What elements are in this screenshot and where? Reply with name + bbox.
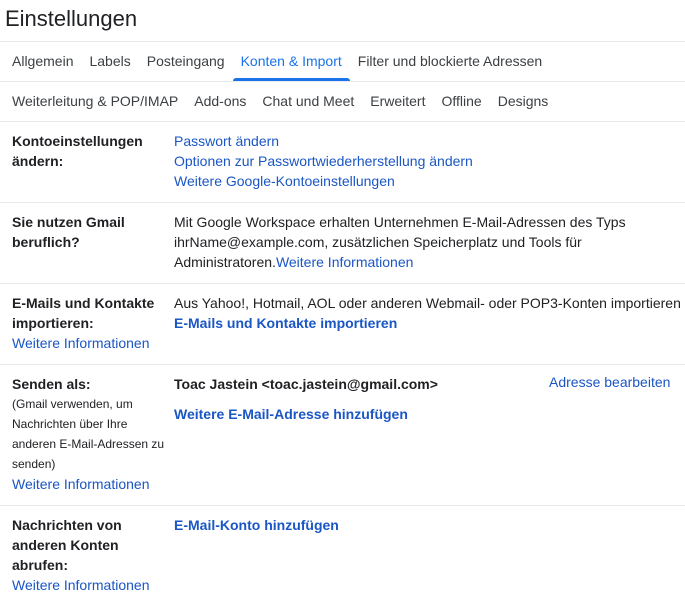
tabs-row-2: Weiterleitung & POP/IMAP Add-ons Chat un… xyxy=(4,81,556,121)
label-subtext: Nachrichten über Ihre xyxy=(12,417,128,431)
fetch-more-info-link[interactable]: Weitere Informationen xyxy=(12,575,172,595)
edit-address-link[interactable]: Adresse bearbeiten xyxy=(549,374,670,390)
label-line: E-Mails und Kontakte xyxy=(12,295,155,311)
tabs-row-1: Allgemein Labels Posteingang Konten & Im… xyxy=(4,41,550,81)
tab-chat-meet[interactable]: Chat und Meet xyxy=(254,81,362,121)
tab-filter[interactable]: Filter und blockierte Adressen xyxy=(350,41,550,81)
tab-konten-import[interactable]: Konten & Import xyxy=(232,41,350,81)
label-line: Kontoeinstellungen xyxy=(12,133,143,149)
label-subtext: senden) xyxy=(12,457,56,471)
label-line: Senden als: xyxy=(12,376,91,392)
send-as-more-info-link[interactable]: Weitere Informationen xyxy=(12,474,172,494)
section-content: Mit Google Workspace erhalten Unternehme… xyxy=(174,212,685,272)
label-line: Sie nutzen Gmail xyxy=(12,214,125,230)
section-content: Aus Yahoo!, Hotmail, AOL oder anderen We… xyxy=(174,293,685,333)
divider xyxy=(0,202,685,203)
tab-designs[interactable]: Designs xyxy=(490,81,557,121)
label-line: ändern: xyxy=(12,153,64,169)
add-mail-account-button[interactable]: E-Mail-Konto hinzufügen xyxy=(174,515,685,535)
label-line: anderen Konten abrufen: xyxy=(12,537,119,573)
section-label: Nachrichten von anderen Konten abrufen: … xyxy=(12,515,172,595)
divider xyxy=(0,121,685,122)
page-title: Einstellungen xyxy=(5,6,138,31)
section-label: Kontoeinstellungen ändern: xyxy=(12,131,172,171)
tab-weiterleitung[interactable]: Weiterleitung & POP/IMAP xyxy=(4,81,186,121)
section-label: Sie nutzen Gmail beruflich? xyxy=(12,212,172,252)
tab-offline[interactable]: Offline xyxy=(433,81,489,121)
import-mail-contacts-button[interactable]: E-Mails und Kontakte importieren xyxy=(174,313,685,333)
add-email-address-button[interactable]: Weitere E-Mail-Adresse hinzufügen xyxy=(174,404,544,424)
label-subtext: anderen E-Mail-Adressen zu xyxy=(12,437,165,451)
divider xyxy=(0,283,685,284)
section-label: E-Mails und Kontakte importieren: Weiter… xyxy=(12,293,172,353)
section-content: Toac Jastein <toac.jastein@gmail.com> We… xyxy=(174,374,544,424)
tab-allgemein[interactable]: Allgemein xyxy=(4,41,81,81)
import-more-info-link[interactable]: Weitere Informationen xyxy=(12,333,172,353)
workspace-text: Administratoren. xyxy=(174,254,276,270)
workspace-text: Mit Google Workspace erhalten Unternehme… xyxy=(174,214,626,230)
tab-posteingang[interactable]: Posteingang xyxy=(139,41,233,81)
google-account-settings-link[interactable]: Weitere Google-Kontoeinstellungen xyxy=(174,171,685,191)
import-description: Aus Yahoo!, Hotmail, AOL oder anderen We… xyxy=(174,295,681,311)
label-line: beruflich? xyxy=(12,234,80,250)
label-line: importieren: xyxy=(12,315,94,331)
section-content: E-Mail-Konto hinzufügen xyxy=(174,515,685,535)
workspace-more-info-link[interactable]: Weitere Informationen xyxy=(276,254,413,270)
section-label: Senden als: (Gmail verwenden, um Nachric… xyxy=(12,374,172,494)
send-as-identity: Toac Jastein <toac.jastein@gmail.com> xyxy=(174,376,438,392)
tab-add-ons[interactable]: Add-ons xyxy=(186,81,254,121)
change-password-link[interactable]: Passwort ändern xyxy=(174,131,685,151)
label-line: Nachrichten von xyxy=(12,517,122,533)
recovery-options-link[interactable]: Optionen zur Passwortwiederherstellung ä… xyxy=(174,151,685,171)
label-subtext: (Gmail verwenden, um xyxy=(12,397,133,411)
divider xyxy=(0,505,685,506)
workspace-text: ihrName@example.com, zusätzlichen Speich… xyxy=(174,234,582,250)
divider xyxy=(0,364,685,365)
section-content: Passwort ändern Optionen zur Passwortwie… xyxy=(174,131,685,191)
tab-erweitert[interactable]: Erweitert xyxy=(362,81,433,121)
tab-labels[interactable]: Labels xyxy=(81,41,138,81)
